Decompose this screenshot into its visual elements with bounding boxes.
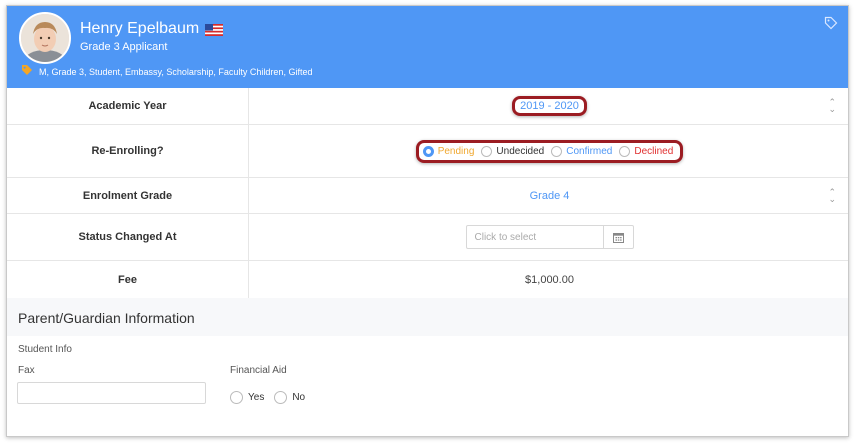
academic-year-label: Academic Year bbox=[7, 88, 249, 124]
option-declined-label[interactable]: Declined bbox=[634, 146, 673, 157]
option-confirmed-label[interactable]: Confirmed bbox=[566, 146, 612, 157]
academic-year-select[interactable]: 2019 - 2020 ⌃ ⌄ bbox=[249, 88, 848, 124]
fee-row: Fee $1,000.00 bbox=[7, 261, 848, 298]
financial-aid-label: Financial Aid bbox=[230, 365, 287, 376]
fee-label: Fee bbox=[7, 261, 249, 298]
option-pending-label[interactable]: Pending bbox=[438, 146, 475, 157]
date-picker[interactable] bbox=[465, 225, 634, 249]
aid-no-label[interactable]: No bbox=[292, 392, 305, 403]
academic-year-value[interactable]: 2019 - 2020 bbox=[512, 96, 587, 116]
edit-tags-icon[interactable] bbox=[824, 16, 838, 35]
parent-guardian-section: Parent/Guardian Information Student Info… bbox=[7, 298, 848, 436]
date-input[interactable] bbox=[466, 226, 603, 248]
section-title: Parent/Guardian Information bbox=[18, 310, 195, 326]
re-enrolling-radio-group: Pending Undecided Confirmed Declined bbox=[415, 139, 684, 163]
us-flag-icon bbox=[205, 23, 224, 36]
enrolment-grade-select[interactable]: Grade 4 ⌃ ⌄ bbox=[249, 178, 848, 213]
option-undecided-label[interactable]: Undecided bbox=[496, 146, 544, 157]
tag-icon bbox=[21, 63, 33, 81]
re-enrolling-options: Pending Undecided Confirmed Declined bbox=[249, 125, 848, 177]
student-header: Henry Epelbaum Grade 3 Applicant M, Grad… bbox=[7, 6, 848, 88]
student-info-label: Student Info bbox=[18, 344, 72, 355]
radio-confirmed[interactable] bbox=[551, 145, 563, 157]
enrolment-grade-value[interactable]: Grade 4 bbox=[530, 190, 570, 202]
fax-label: Fax bbox=[18, 365, 35, 376]
select-caret-icon: ⌃ ⌄ bbox=[828, 186, 836, 204]
tags-list: M, Grade 3, Student, Embassy, Scholarshi… bbox=[39, 67, 313, 77]
re-enrolling-label: Re-Enrolling? bbox=[7, 125, 249, 177]
status-changed-label: Status Changed At bbox=[7, 214, 249, 260]
student-record-panel: Henry Epelbaum Grade 3 Applicant M, Grad… bbox=[6, 5, 849, 437]
aid-yes-label[interactable]: Yes bbox=[248, 392, 264, 403]
enrolment-grade-label: Enrolment Grade bbox=[7, 178, 249, 213]
academic-year-row: Academic Year 2019 - 2020 ⌃ ⌄ bbox=[7, 88, 848, 125]
enrolment-grade-row: Enrolment Grade Grade 4 ⌃ ⌄ bbox=[7, 178, 848, 214]
radio-aid-yes[interactable] bbox=[230, 391, 243, 404]
section-header: Parent/Guardian Information bbox=[7, 298, 848, 336]
status-changed-cell bbox=[249, 214, 848, 260]
radio-undecided[interactable] bbox=[481, 145, 493, 157]
tags-row: M, Grade 3, Student, Embassy, Scholarshi… bbox=[21, 63, 312, 81]
financial-aid-options: Yes No bbox=[230, 391, 305, 404]
select-caret-icon: ⌃ ⌄ bbox=[828, 97, 836, 114]
calendar-icon[interactable] bbox=[602, 226, 633, 248]
radio-declined[interactable] bbox=[619, 145, 631, 157]
fax-input[interactable] bbox=[17, 382, 206, 404]
radio-pending[interactable] bbox=[422, 145, 434, 157]
fee-value: $1,000.00 bbox=[525, 273, 574, 286]
radio-aid-no[interactable] bbox=[274, 391, 288, 404]
student-subtitle: Grade 3 Applicant bbox=[80, 41, 168, 53]
re-enrolling-row: Re-Enrolling? Pending Undecided Confirme… bbox=[7, 125, 848, 178]
student-name: Henry Epelbaum bbox=[80, 20, 200, 37]
status-changed-row: Status Changed At bbox=[7, 214, 848, 261]
avatar bbox=[19, 12, 71, 64]
